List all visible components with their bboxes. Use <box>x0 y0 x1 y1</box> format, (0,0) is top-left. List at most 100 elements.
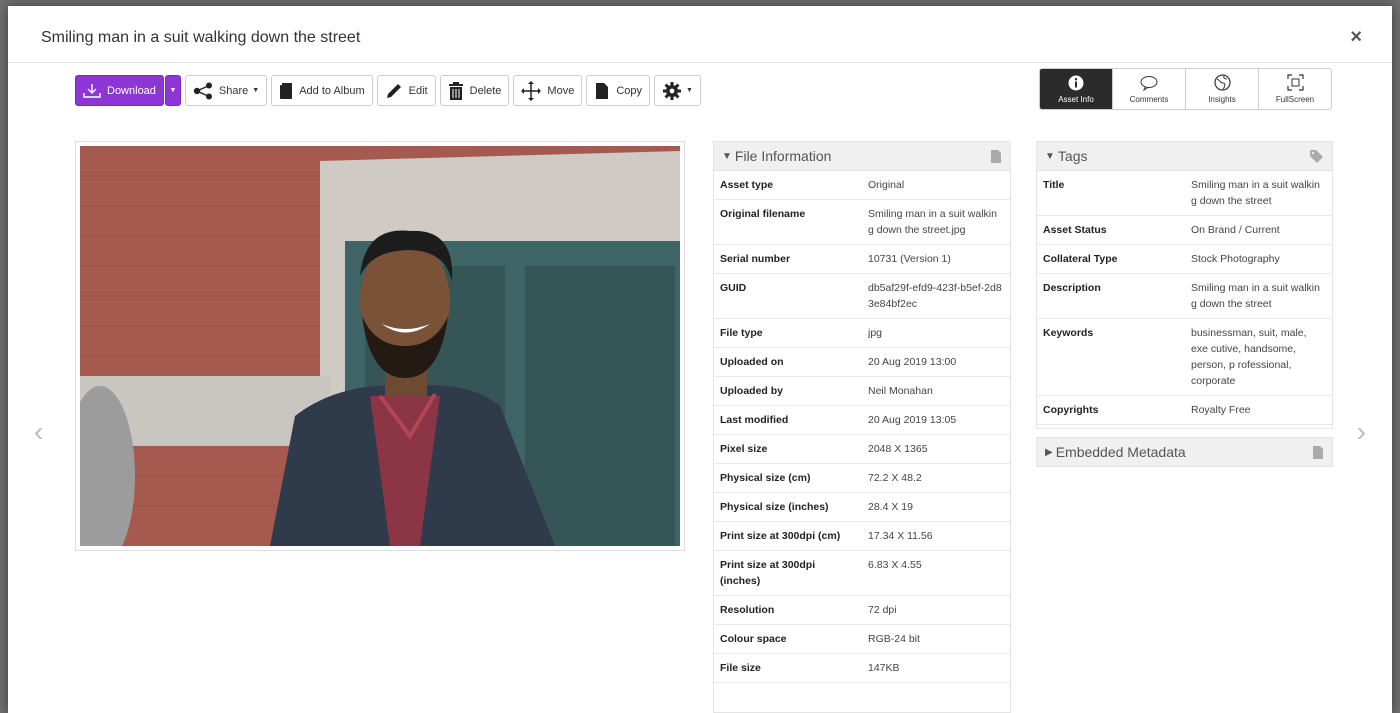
embedded-metadata-panel: ▶ Embedded Metadata <box>1036 437 1333 467</box>
tab-comments[interactable]: Comments <box>1112 69 1185 109</box>
table-row: Title Smiling man in a suit walkin g down… <box>1037 171 1332 216</box>
next-asset-arrow-icon[interactable]: › <box>1357 416 1366 448</box>
row-value: db5af29f-efd9-423f-b5ef-2d8 3e84bf2ec <box>862 273 1010 319</box>
row-label: Collateral Type <box>1037 244 1185 274</box>
row-value: 72.2 X 48.2 <box>862 463 1010 493</box>
copy-label: Copy <box>616 84 643 97</box>
table-row: File type jpg <box>714 318 1010 348</box>
photo-illustration <box>80 146 680 546</box>
table-row: File size 147KB <box>714 653 1010 683</box>
row-value: Original <box>862 171 1010 200</box>
row-label: Last modified <box>714 405 862 435</box>
view-tabs: Asset Info Comments Insights FullScreen <box>1039 68 1332 110</box>
edit-label: Edit <box>408 84 428 97</box>
table-row: Physical size (cm) 72.2 X 48.2 <box>714 463 1010 493</box>
add-to-album-button[interactable]: Add to Album <box>271 75 373 106</box>
row-value: Neil Monahan <box>862 376 1010 406</box>
move-arrows-icon <box>521 80 542 101</box>
row-label: Physical size (cm) <box>714 463 862 493</box>
tab-asset-info[interactable]: Asset Info <box>1040 69 1112 109</box>
share-label: Share <box>218 84 249 97</box>
row-value: 20 Aug 2019 13:05 <box>862 405 1010 435</box>
row-label: Uploaded on <box>714 347 862 377</box>
move-label: Move <box>547 84 575 97</box>
asset-title: Smiling man in a suit walking down the s… <box>41 29 361 46</box>
download-options-button[interactable]: ▼ <box>164 75 181 106</box>
table-row: Copyrights Royalty Free <box>1037 395 1332 425</box>
file-icon <box>991 149 1001 163</box>
row-label: Keywords <box>1037 318 1185 396</box>
row-value: On Brand / Current <box>1185 215 1332 245</box>
row-label: Colour space <box>714 624 862 654</box>
row-label: Asset type <box>714 171 862 200</box>
settings-button[interactable]: ▼ <box>654 75 701 106</box>
tags-header[interactable]: ▼ Tags <box>1037 142 1332 171</box>
row-value: 72 dpi <box>862 595 1010 625</box>
row-value: Smiling man in a suit walkin g down the … <box>862 199 1010 245</box>
table-row: Keywords businessman, suit, male, exe cut… <box>1037 318 1332 396</box>
edit-button[interactable]: Edit <box>376 75 436 106</box>
table-row: Print size at 300dpi (cm) 17.34 X 11.56 <box>714 521 1010 551</box>
move-button[interactable]: Move <box>513 75 583 106</box>
add-to-album-label: Add to Album <box>299 84 365 97</box>
row-value: 28.4 X 19 <box>862 492 1010 522</box>
download-icon <box>83 83 101 98</box>
row-value: jpg <box>862 318 1010 348</box>
file-information-panel: ▼ File Information Asset type Original Ori… <box>713 141 1011 713</box>
delete-button[interactable]: Delete <box>439 75 510 106</box>
table-row: Description Smiling man in a suit walkin … <box>1037 273 1332 319</box>
tab-insights[interactable]: Insights <box>1185 69 1258 109</box>
table-row: Resolution 72 dpi <box>714 595 1010 625</box>
tag-icon <box>1310 149 1323 163</box>
pencil-icon <box>386 83 401 98</box>
asset-photo[interactable] <box>80 146 680 546</box>
row-label: Serial number <box>714 244 862 274</box>
copy-button[interactable]: Copy <box>586 75 651 106</box>
row-label: Copyrights <box>1037 395 1185 425</box>
row-value: Smiling man in a suit walkin g down the … <box>1185 171 1332 216</box>
row-value: Smiling man in a suit walkin g down the … <box>1185 273 1332 319</box>
row-value: 20 Aug 2019 13:00 <box>862 347 1010 377</box>
table-row: Uploaded on 20 Aug 2019 13:00 <box>714 347 1010 377</box>
row-label: File size <box>714 653 862 683</box>
tags-panel: ▼ Tags Title Smiling man in a suit walkin… <box>1036 141 1333 429</box>
row-value: Royalty Free <box>1185 395 1332 425</box>
embedded-metadata-header[interactable]: ▶ Embedded Metadata <box>1037 438 1332 466</box>
expand-triangle-icon: ▶ <box>1045 446 1053 458</box>
tab-label: Insights <box>1208 95 1236 104</box>
tags-table: Title Smiling man in a suit walkin g down… <box>1037 171 1332 425</box>
tab-label: Comments <box>1129 94 1169 104</box>
row-label: File type <box>714 318 862 348</box>
collapse-triangle-icon: ▼ <box>1045 150 1055 162</box>
share-icon <box>193 82 212 99</box>
table-row: Original filename Smiling man in a suit w… <box>714 199 1010 245</box>
table-row: Asset type Original <box>714 171 1010 200</box>
caret-down-icon: ▼ <box>252 87 260 94</box>
table-row: Print size at 300dpi (inches) 6.83 X 4.55 <box>714 550 1010 596</box>
row-label: Description <box>1037 273 1185 319</box>
row-value: 147KB <box>862 653 1010 683</box>
row-value: Stock Photography <box>1185 244 1332 274</box>
row-label: Resolution <box>714 595 862 625</box>
table-row: Asset Status On Brand / Current <box>1037 215 1332 245</box>
trash-icon <box>448 81 463 100</box>
previous-asset-arrow-icon[interactable]: ‹ <box>34 416 43 448</box>
row-label: Print size at 300dpi (inches) <box>714 550 862 596</box>
asset-preview <box>75 141 685 551</box>
copy-icon <box>596 82 609 99</box>
download-button[interactable]: Download <box>75 75 164 106</box>
row-value: RGB-24 bit <box>862 624 1010 654</box>
close-icon[interactable]: × <box>1350 26 1362 49</box>
tab-fullscreen[interactable]: FullScreen <box>1258 69 1331 109</box>
table-row: Collateral Type Stock Photography <box>1037 244 1332 274</box>
file-information-header[interactable]: ▼ File Information <box>714 142 1010 171</box>
fullscreen-icon <box>1286 74 1304 91</box>
share-button[interactable]: Share ▼ <box>184 75 268 106</box>
album-icon <box>280 82 293 99</box>
row-label: Title <box>1037 171 1185 216</box>
table-row: Serial number 10731 (Version 1) <box>714 244 1010 274</box>
row-value: 6.83 X 4.55 <box>862 550 1010 596</box>
tab-label: FullScreen <box>1275 95 1315 104</box>
globe-icon <box>1213 74 1231 91</box>
file-information-title: File Information <box>734 148 832 164</box>
